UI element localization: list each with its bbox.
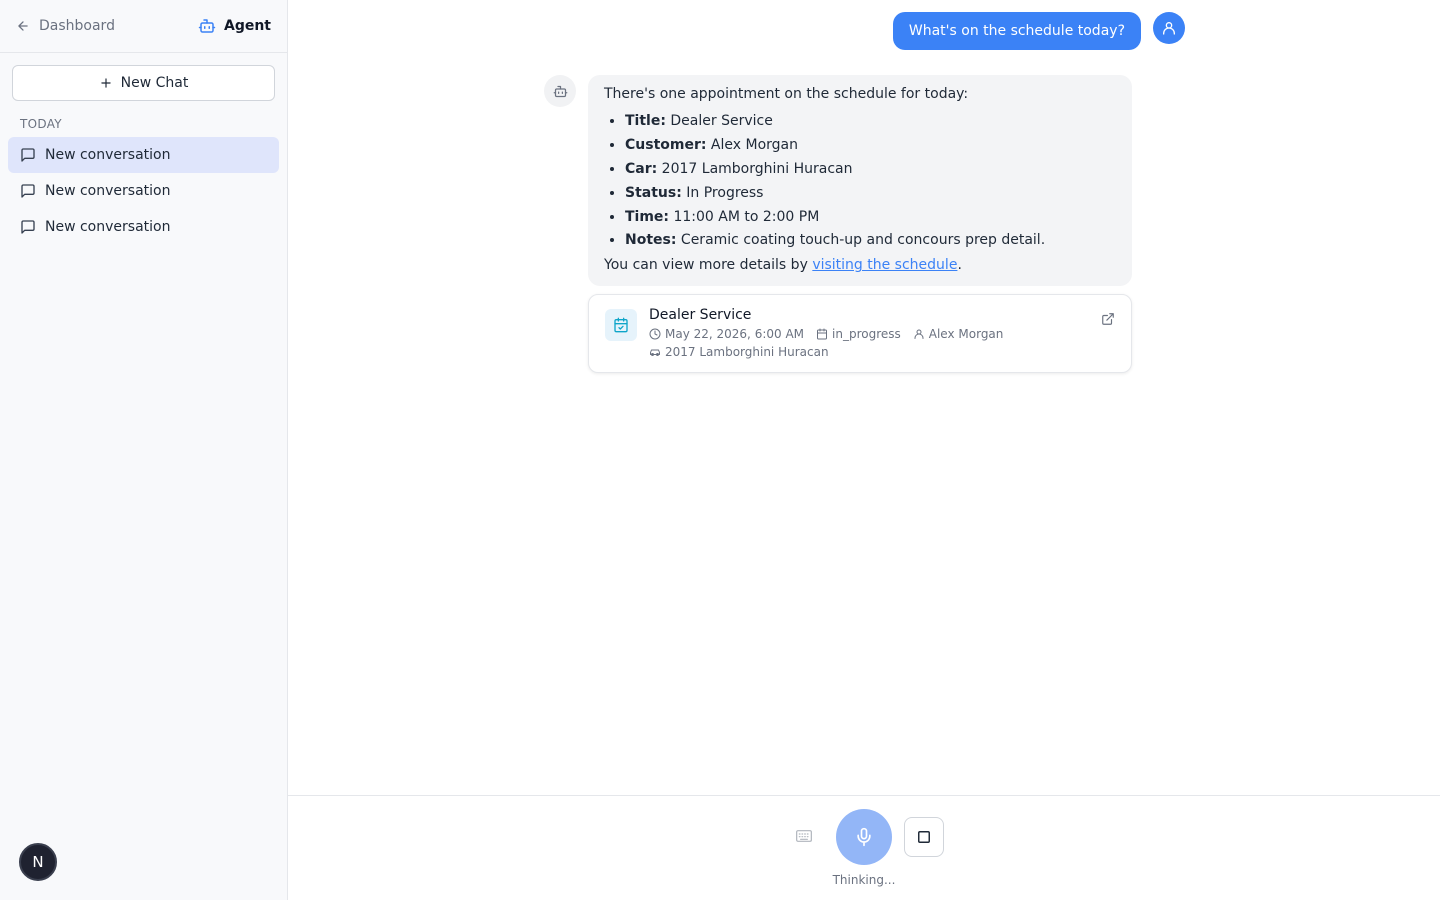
car-icon <box>650 349 660 356</box>
detail-value: Ceramic coating touch-up and concours pr… <box>676 232 1046 249</box>
user-icon <box>914 329 924 339</box>
sidebar-header: Dashboard Agent <box>0 0 287 53</box>
bot-icon <box>553 85 567 97</box>
agent-title: Agent <box>198 17 271 35</box>
sidebar: Dashboard Agent New Chat TODAY New conve… <box>0 0 288 900</box>
detail-value: In Progress <box>681 184 764 201</box>
microphone-icon <box>857 827 871 847</box>
stop-square-icon <box>918 831 930 843</box>
car-text: 2017 Lamborghini Huracan <box>665 345 829 359</box>
datetime-text: May 22, 2026, 6:00 AM <box>665 327 805 341</box>
section-label-today: TODAY <box>20 117 62 131</box>
bot-outro: You can view more details by visiting th… <box>604 256 1116 274</box>
calendar-icon <box>817 328 828 340</box>
conversation-item[interactable]: New conversation <box>8 137 279 173</box>
list-item: Customer: Alex Morgan <box>625 136 1116 154</box>
detail-key: Status: <box>625 184 682 201</box>
conversation-list: New conversation New conversation New co… <box>8 137 279 245</box>
bot-icon <box>198 19 216 33</box>
keyboard-icon[interactable] <box>793 828 815 844</box>
detail-key: Car: <box>625 160 658 177</box>
stop-button[interactable] <box>904 817 944 857</box>
message-square-icon <box>21 184 35 198</box>
back-label: Dashboard <box>39 18 115 34</box>
appointment-customer: Alex Morgan <box>913 327 1004 341</box>
detail-value: 2017 Lamborghini Huracan <box>657 160 853 177</box>
user-message-bubble: What's on the schedule today? <box>892 12 1141 50</box>
voice-input-bar: Thinking... <box>288 795 1440 900</box>
appointment-datetime: May 22, 2026, 6:00 AM <box>649 327 804 341</box>
new-chat-label: New Chat <box>120 75 189 91</box>
schedule-link[interactable]: visiting the schedule <box>812 257 957 273</box>
appointment-status: in_progress <box>816 327 901 341</box>
outro-suffix: . <box>957 257 962 274</box>
plus-icon <box>100 78 111 88</box>
user-avatar-button[interactable]: N <box>19 843 57 881</box>
list-item: Notes: Ceramic coating touch-up and conc… <box>625 231 1116 249</box>
detail-key: Customer: <box>625 136 707 153</box>
agent-label: Agent <box>223 18 271 34</box>
user-message-row: What's on the schedule today? <box>892 12 1185 50</box>
clock-icon <box>649 328 661 340</box>
detail-value: Dealer Service <box>665 113 773 129</box>
appointment-title: Dealer Service <box>649 307 752 323</box>
appointment-details-list: Title: Dealer Service Customer: Alex Mor… <box>625 112 1116 249</box>
list-item: Status: In Progress <box>625 184 1116 202</box>
list-item: Car: 2017 Lamborghini Huracan <box>625 160 1116 178</box>
new-chat-button[interactable]: New Chat <box>12 65 275 101</box>
appointment-car: 2017 Lamborghini Huracan <box>649 345 829 359</box>
list-item: Title: Dealer Service <box>625 112 1116 130</box>
status-text: in_progress <box>832 327 901 341</box>
message-square-icon <box>21 148 35 162</box>
detail-value: Alex Morgan <box>706 136 798 153</box>
conversation-label: New conversation <box>45 219 171 235</box>
chat-main: What's on the schedule today? There's on… <box>288 0 1440 900</box>
bot-avatar <box>544 75 576 107</box>
user-avatar <box>1153 12 1185 44</box>
voice-status-text: Thinking... <box>832 873 896 887</box>
detail-key: Notes: <box>625 232 677 249</box>
outro-prefix: You can view more details by <box>604 257 813 274</box>
calendar-check-icon <box>605 309 637 341</box>
conversation-label: New conversation <box>45 147 171 163</box>
customer-text: Alex Morgan <box>928 327 1004 341</box>
list-item: Time: 11:00 AM to 2:00 PM <box>625 208 1116 226</box>
conversation-item[interactable]: New conversation <box>8 209 279 245</box>
back-to-dashboard-link[interactable]: Dashboard <box>16 18 115 34</box>
microphone-button[interactable] <box>836 809 892 865</box>
external-link-icon[interactable] <box>1101 311 1115 330</box>
bot-intro: There's one appointment on the schedule … <box>604 86 969 102</box>
conversation-item[interactable]: New conversation <box>8 173 279 209</box>
conversation-label: New conversation <box>45 183 171 199</box>
appointment-meta: May 22, 2026, 6:00 AM in_progress Alex M… <box>649 327 1003 341</box>
bot-message-bubble: There's one appointment on the schedule … <box>588 75 1132 287</box>
appointment-card[interactable]: Dealer Service May 22, 2026, 6:00 AM in_… <box>588 294 1132 373</box>
detail-key: Time: <box>625 208 670 225</box>
arrow-left-icon <box>18 21 28 31</box>
detail-key: Title: <box>625 113 666 129</box>
user-icon <box>1163 22 1175 35</box>
detail-value: 11:00 AM to 2:00 PM <box>669 208 820 225</box>
message-square-icon <box>21 220 35 234</box>
